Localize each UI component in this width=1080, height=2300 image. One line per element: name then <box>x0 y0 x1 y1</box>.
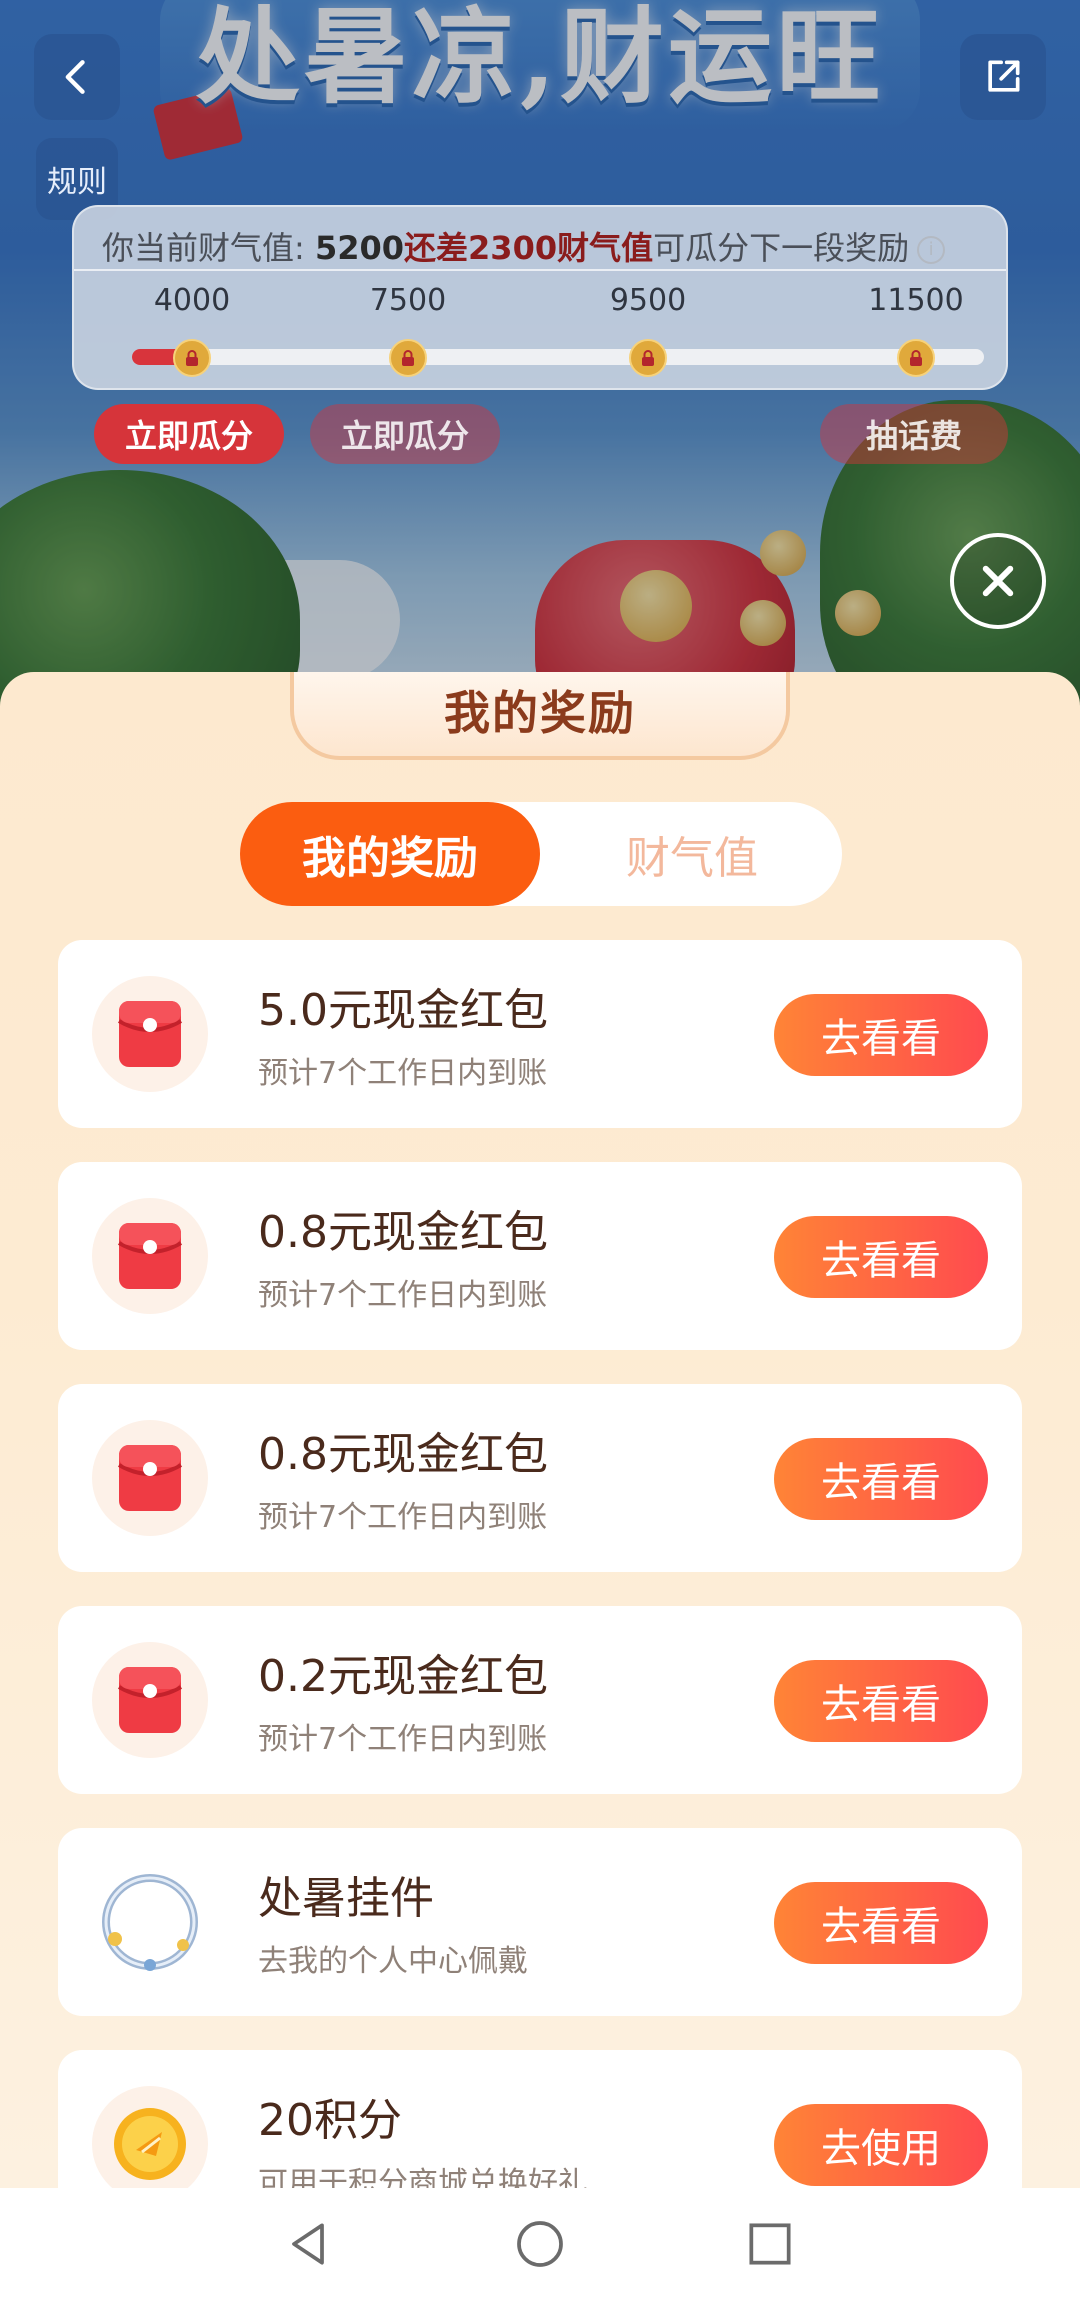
sheet-title-tab: 我的奖励 <box>290 672 790 760</box>
reward-title: 0.8元现金红包 <box>258 1207 548 1258</box>
info-icon[interactable]: i <box>917 236 946 264</box>
progress-track <box>132 349 984 365</box>
reward-title: 处暑挂件 <box>258 1873 434 1924</box>
red-envelope-icon <box>92 976 208 1092</box>
milestone-label: 7500 <box>369 283 447 318</box>
view-button[interactable]: 去看看 <box>774 1216 988 1298</box>
reward-card: 20积分 可用于积分商城兑换好礼 去使用 <box>58 2050 1022 2188</box>
reward-title: 0.8元现金红包 <box>258 1429 548 1480</box>
reward-subtitle: 预计7个工作日内到账 <box>258 1722 548 1757</box>
back-button[interactable] <box>34 34 120 120</box>
nav-recents-icon <box>749 2223 791 2265</box>
nav-home-icon <box>517 2221 563 2267</box>
tab-fortune-value[interactable]: 财气值 <box>542 802 842 906</box>
reward-title: 0.2元现金红包 <box>258 1651 548 1702</box>
claim-button-4000[interactable]: 立即瓜分 <box>94 404 284 464</box>
divider <box>74 269 1006 271</box>
claim-button-7500[interactable]: 立即瓜分 <box>310 404 500 464</box>
reward-card: 0.2元现金红包 预计7个工作日内到账 去看看 <box>58 1606 1022 1794</box>
lock-icon <box>389 339 427 377</box>
avatar-frame-icon <box>92 1864 208 1980</box>
use-button[interactable]: 去使用 <box>774 2104 988 2186</box>
points-coin-icon <box>92 2086 208 2188</box>
back-arrow-icon <box>65 60 85 94</box>
share-button[interactable] <box>960 34 1046 120</box>
rewards-sheet: 我的奖励 我的奖励 财气值 5.0元现金红包 预计7个工作日内到账 去看看 0.… <box>0 672 1080 2188</box>
nav-back-button[interactable] <box>274 2210 342 2278</box>
nav-recents-button[interactable] <box>736 2210 804 2278</box>
reward-card: 0.8元现金红包 预计7个工作日内到账 去看看 <box>58 1384 1022 1572</box>
progress-prefix: 你当前财气值: <box>102 229 315 267</box>
lock-icon <box>629 339 667 377</box>
milestone-label: 11500 <box>868 283 964 318</box>
sheet-title: 我的奖励 <box>444 686 636 740</box>
red-envelope-icon <box>92 1198 208 1314</box>
nav-home-button[interactable] <box>506 2210 574 2278</box>
lock-icon <box>173 339 211 377</box>
reward-title: 20积分 <box>258 2095 402 2146</box>
reward-subtitle: 可用于积分商城兑换好礼 <box>258 2166 588 2188</box>
progress-panel: 你当前财气值: 5200还差2300财气值可瓜分下一段奖励 i 4000 7500… <box>72 205 1008 390</box>
system-nav-bar <box>0 2188 1080 2300</box>
reward-subtitle: 去我的个人中心佩戴 <box>258 1944 528 1979</box>
nav-back-icon <box>292 2223 324 2265</box>
view-button[interactable]: 去看看 <box>774 994 988 1076</box>
reward-card: 处暑挂件 去我的个人中心佩戴 去看看 <box>58 1828 1022 2016</box>
red-envelope-icon <box>92 1420 208 1536</box>
current-value: 5200 <box>314 229 405 267</box>
reward-card: 0.8元现金红包 预计7个工作日内到账 去看看 <box>58 1162 1022 1350</box>
progress-status-text: 你当前财气值: 5200还差2300财气值可瓜分下一段奖励 i <box>102 223 946 269</box>
view-button[interactable]: 去看看 <box>774 1660 988 1742</box>
view-button[interactable]: 去看看 <box>774 1438 988 1520</box>
draw-phone-credit-button[interactable]: 抽话费 <box>820 404 1008 464</box>
milestone-label: 4000 <box>153 283 231 318</box>
reward-title: 5.0元现金红包 <box>258 985 548 1036</box>
gap-text: 还差2300财气值 <box>404 229 654 267</box>
close-button[interactable] <box>950 533 1046 629</box>
reward-card: 5.0元现金红包 预计7个工作日内到账 去看看 <box>58 940 1022 1128</box>
milestone-label: 9500 <box>609 283 687 318</box>
tab-my-rewards[interactable]: 我的奖励 <box>240 802 540 906</box>
red-envelope-icon <box>92 1642 208 1758</box>
lock-icon <box>897 339 935 377</box>
reward-subtitle: 预计7个工作日内到账 <box>258 1278 548 1313</box>
close-icon <box>982 565 1014 597</box>
progress-suffix: 可瓜分下一段奖励 <box>653 229 910 267</box>
share-icon <box>988 60 1020 92</box>
reward-subtitle: 预计7个工作日内到账 <box>258 1500 548 1535</box>
reward-subtitle: 预计7个工作日内到账 <box>258 1056 548 1091</box>
view-button[interactable]: 去看看 <box>774 1882 988 1964</box>
tab-switcher: 我的奖励 财气值 <box>240 802 842 906</box>
